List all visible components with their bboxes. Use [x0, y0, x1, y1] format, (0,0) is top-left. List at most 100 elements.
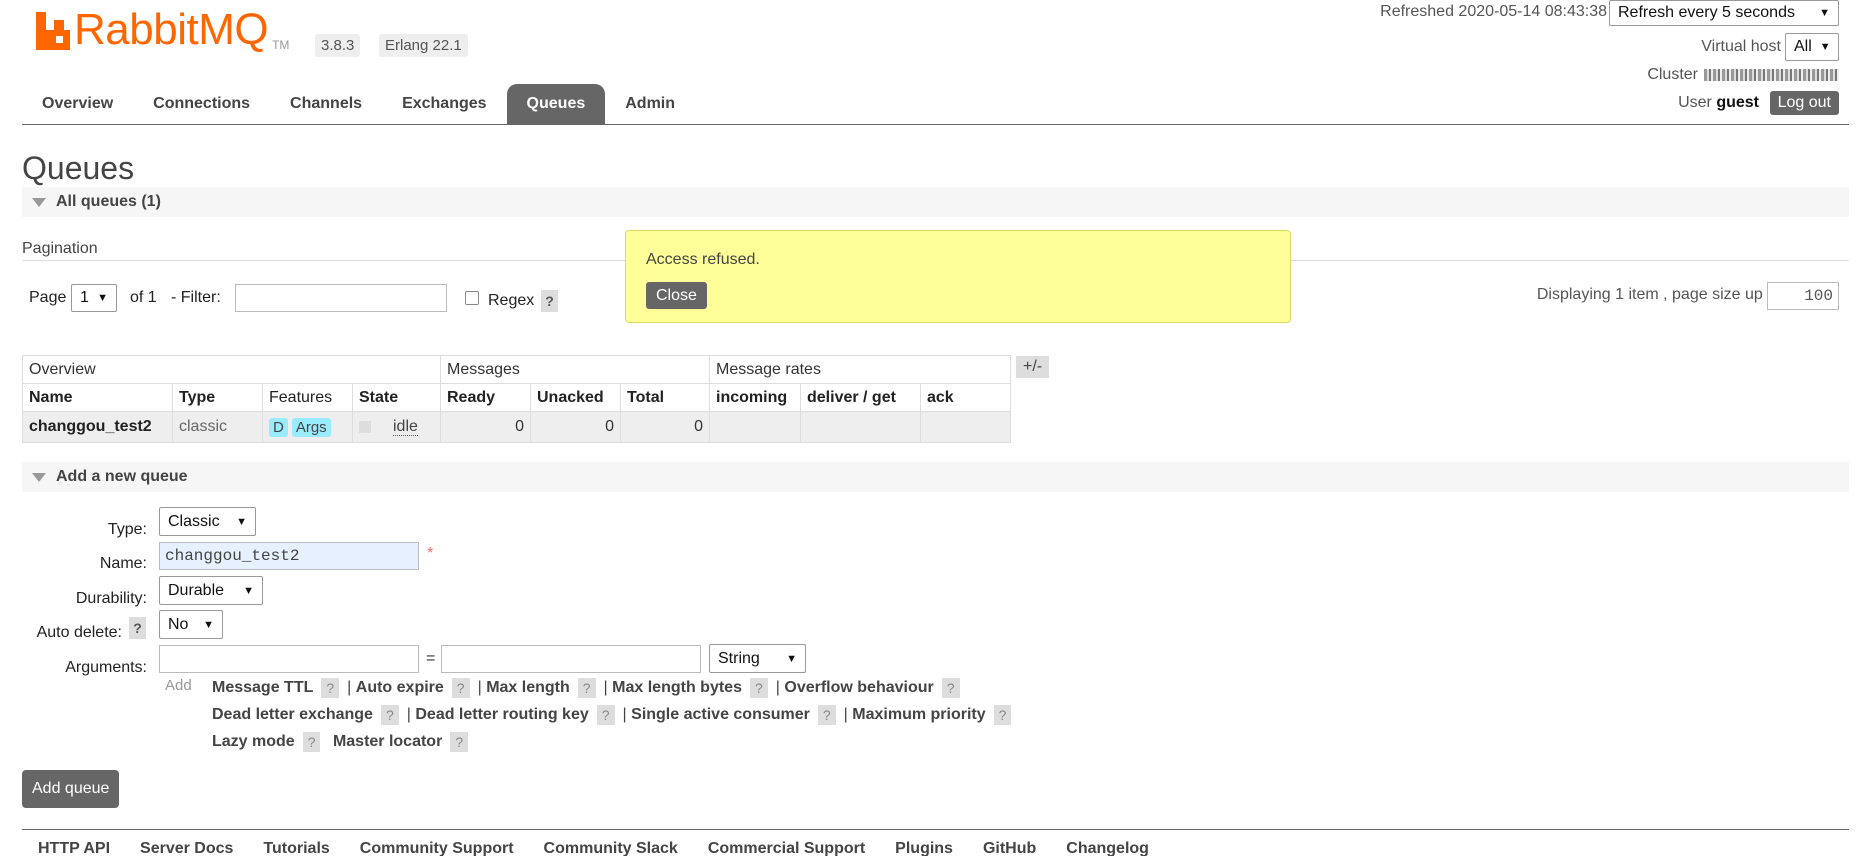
regex-checkbox[interactable]	[465, 291, 479, 305]
footer-links: HTTP API Server Docs Tutorials Community…	[38, 840, 1179, 856]
queue-type-select[interactable]: Classic ▼	[159, 507, 256, 536]
chevron-down-icon: ▼	[1819, 7, 1830, 19]
refreshed-timestamp: Refreshed 2020-05-14 08:43:38	[1380, 3, 1607, 20]
arg-link-single-active-consumer[interactable]: Single active consumer	[631, 706, 810, 723]
refresh-interval-select[interactable]: Refresh every 5 seconds ▼	[1609, 0, 1839, 26]
queue-name-input[interactable]: changgou_test2	[159, 542, 419, 570]
footer-link-http-api[interactable]: HTTP API	[38, 840, 110, 856]
group-header-overview: Overview	[22, 355, 441, 384]
help-icon[interactable]: ?	[817, 704, 836, 725]
page-select[interactable]: 1 ▼	[71, 284, 117, 312]
regex-label: Regex	[488, 292, 535, 309]
argument-type-value: String	[718, 649, 760, 667]
chevron-down-icon: ▼	[786, 652, 797, 665]
page-select-value: 1	[80, 289, 89, 306]
arg-link-lazy-mode[interactable]: Lazy mode	[212, 733, 295, 750]
queue-ready: 0	[440, 411, 531, 443]
add-queue-button[interactable]: Add queue	[22, 770, 120, 808]
logout-button[interactable]: Log out	[1769, 91, 1839, 115]
arg-link-dead-letter-routing-key[interactable]: Dead letter routing key	[415, 706, 588, 723]
column-header-unacked[interactable]: Unacked	[530, 383, 621, 412]
durability-select[interactable]: Durable ▼	[159, 576, 263, 605]
arg-link-auto-expire[interactable]: Auto expire	[356, 679, 444, 696]
argument-value-input[interactable]	[441, 645, 701, 673]
column-header-ready[interactable]: Ready	[440, 383, 531, 412]
help-icon[interactable]: ?	[321, 677, 340, 698]
arg-link-max-length[interactable]: Max length	[486, 679, 570, 696]
arg-link-overflow-behaviour[interactable]: Overflow behaviour	[784, 679, 933, 696]
tab-queues[interactable]: Queues	[506, 84, 606, 124]
argument-type-select[interactable]: String ▼	[709, 644, 806, 673]
arg-link-max-length-bytes[interactable]: Max length bytes	[612, 679, 742, 696]
table-row[interactable]: changgou_test2 classic D Args idle 0 0 0	[22, 411, 1011, 443]
all-queues-title: All queues (1)	[56, 193, 161, 210]
chevron-down-icon: ▼	[1819, 41, 1831, 53]
help-icon[interactable]: ?	[749, 677, 768, 698]
column-toggle-button[interactable]: +/-	[1016, 356, 1050, 378]
help-icon[interactable]: ?	[993, 704, 1012, 725]
user-label: User	[1678, 94, 1712, 111]
help-icon[interactable]: ?	[302, 731, 321, 752]
tab-admin[interactable]: Admin	[605, 84, 695, 124]
equals-sign: =	[426, 650, 436, 667]
tab-connections[interactable]: Connections	[133, 84, 270, 124]
queue-features: D Args	[262, 411, 353, 443]
help-icon[interactable]: ?	[380, 704, 399, 725]
help-icon[interactable]: ?	[941, 677, 960, 698]
cluster-label: Cluster	[1647, 66, 1698, 83]
help-icon[interactable]: ?	[451, 677, 470, 698]
regex-help-icon[interactable]: ?	[541, 290, 558, 312]
arg-link-dead-letter-exchange[interactable]: Dead letter exchange	[212, 706, 373, 723]
access-refused-alert: Access refused. Close	[625, 230, 1291, 323]
footer-link-tutorials[interactable]: Tutorials	[263, 840, 329, 856]
footer-link-community-slack[interactable]: Community Slack	[544, 840, 678, 856]
column-header-name[interactable]: Name	[22, 383, 173, 412]
argument-key-input[interactable]	[159, 645, 419, 673]
add-queue-title: Add a new queue	[56, 468, 188, 485]
column-header-state[interactable]: State	[352, 383, 441, 412]
page-title: Queues	[22, 150, 135, 186]
add-queue-section-toggle[interactable]: Add a new queue	[22, 462, 1849, 492]
help-icon[interactable]: ?	[450, 731, 469, 752]
all-queues-section-toggle[interactable]: All queues (1)	[22, 187, 1849, 217]
footer-link-server-docs[interactable]: Server Docs	[140, 840, 233, 856]
footer-link-github[interactable]: GitHub	[983, 840, 1036, 856]
tab-channels[interactable]: Channels	[270, 84, 382, 124]
chevron-down-icon: ▼	[97, 292, 108, 304]
queue-state-label: idle	[393, 418, 418, 436]
feature-durable-badge: D	[269, 417, 288, 437]
column-header-ack[interactable]: ack	[920, 383, 1011, 412]
queue-state: idle	[352, 411, 441, 443]
column-header-type[interactable]: Type	[172, 383, 263, 412]
rabbitmq-logo[interactable]: RabbitMQ TM	[36, 8, 289, 58]
arg-link-maximum-priority[interactable]: Maximum priority	[852, 706, 985, 723]
page-size-input[interactable]: 100	[1767, 282, 1839, 310]
column-header-total[interactable]: Total	[620, 383, 710, 412]
queue-type-value: Classic	[168, 512, 220, 530]
group-header-message-rates: Message rates	[709, 355, 1011, 384]
help-icon[interactable]: ?	[596, 704, 615, 725]
queue-name-link[interactable]: changgou_test2	[22, 411, 173, 443]
erlang-badge: Erlang 22.1	[379, 34, 468, 57]
column-header-incoming[interactable]: incoming	[709, 383, 801, 412]
filter-input[interactable]	[235, 284, 447, 312]
virtual-host-select[interactable]: All ▼	[1785, 33, 1839, 61]
footer-link-plugins[interactable]: Plugins	[895, 840, 953, 856]
auto-delete-select[interactable]: No ▼	[159, 610, 223, 639]
auto-delete-help-icon[interactable]: ?	[129, 617, 146, 639]
type-label: Type:	[107, 521, 147, 538]
arg-link-message-ttl[interactable]: Message TTL	[212, 679, 313, 696]
user-info: User guest	[1678, 94, 1759, 112]
separator: |	[843, 706, 848, 723]
footer-link-changelog[interactable]: Changelog	[1066, 840, 1149, 856]
durability-value: Durable	[168, 581, 225, 599]
tab-exchanges[interactable]: Exchanges	[382, 84, 506, 124]
tab-overview[interactable]: Overview	[22, 84, 133, 124]
column-header-deliver-get[interactable]: deliver / get	[800, 383, 921, 412]
alert-close-button[interactable]: Close	[646, 282, 707, 309]
footer-link-community-support[interactable]: Community Support	[360, 840, 514, 856]
footer-link-commercial-support[interactable]: Commercial Support	[708, 840, 865, 856]
help-icon[interactable]: ?	[577, 677, 596, 698]
arg-link-master-locator[interactable]: Master locator	[333, 733, 442, 750]
durability-label: Durability:	[75, 590, 147, 607]
